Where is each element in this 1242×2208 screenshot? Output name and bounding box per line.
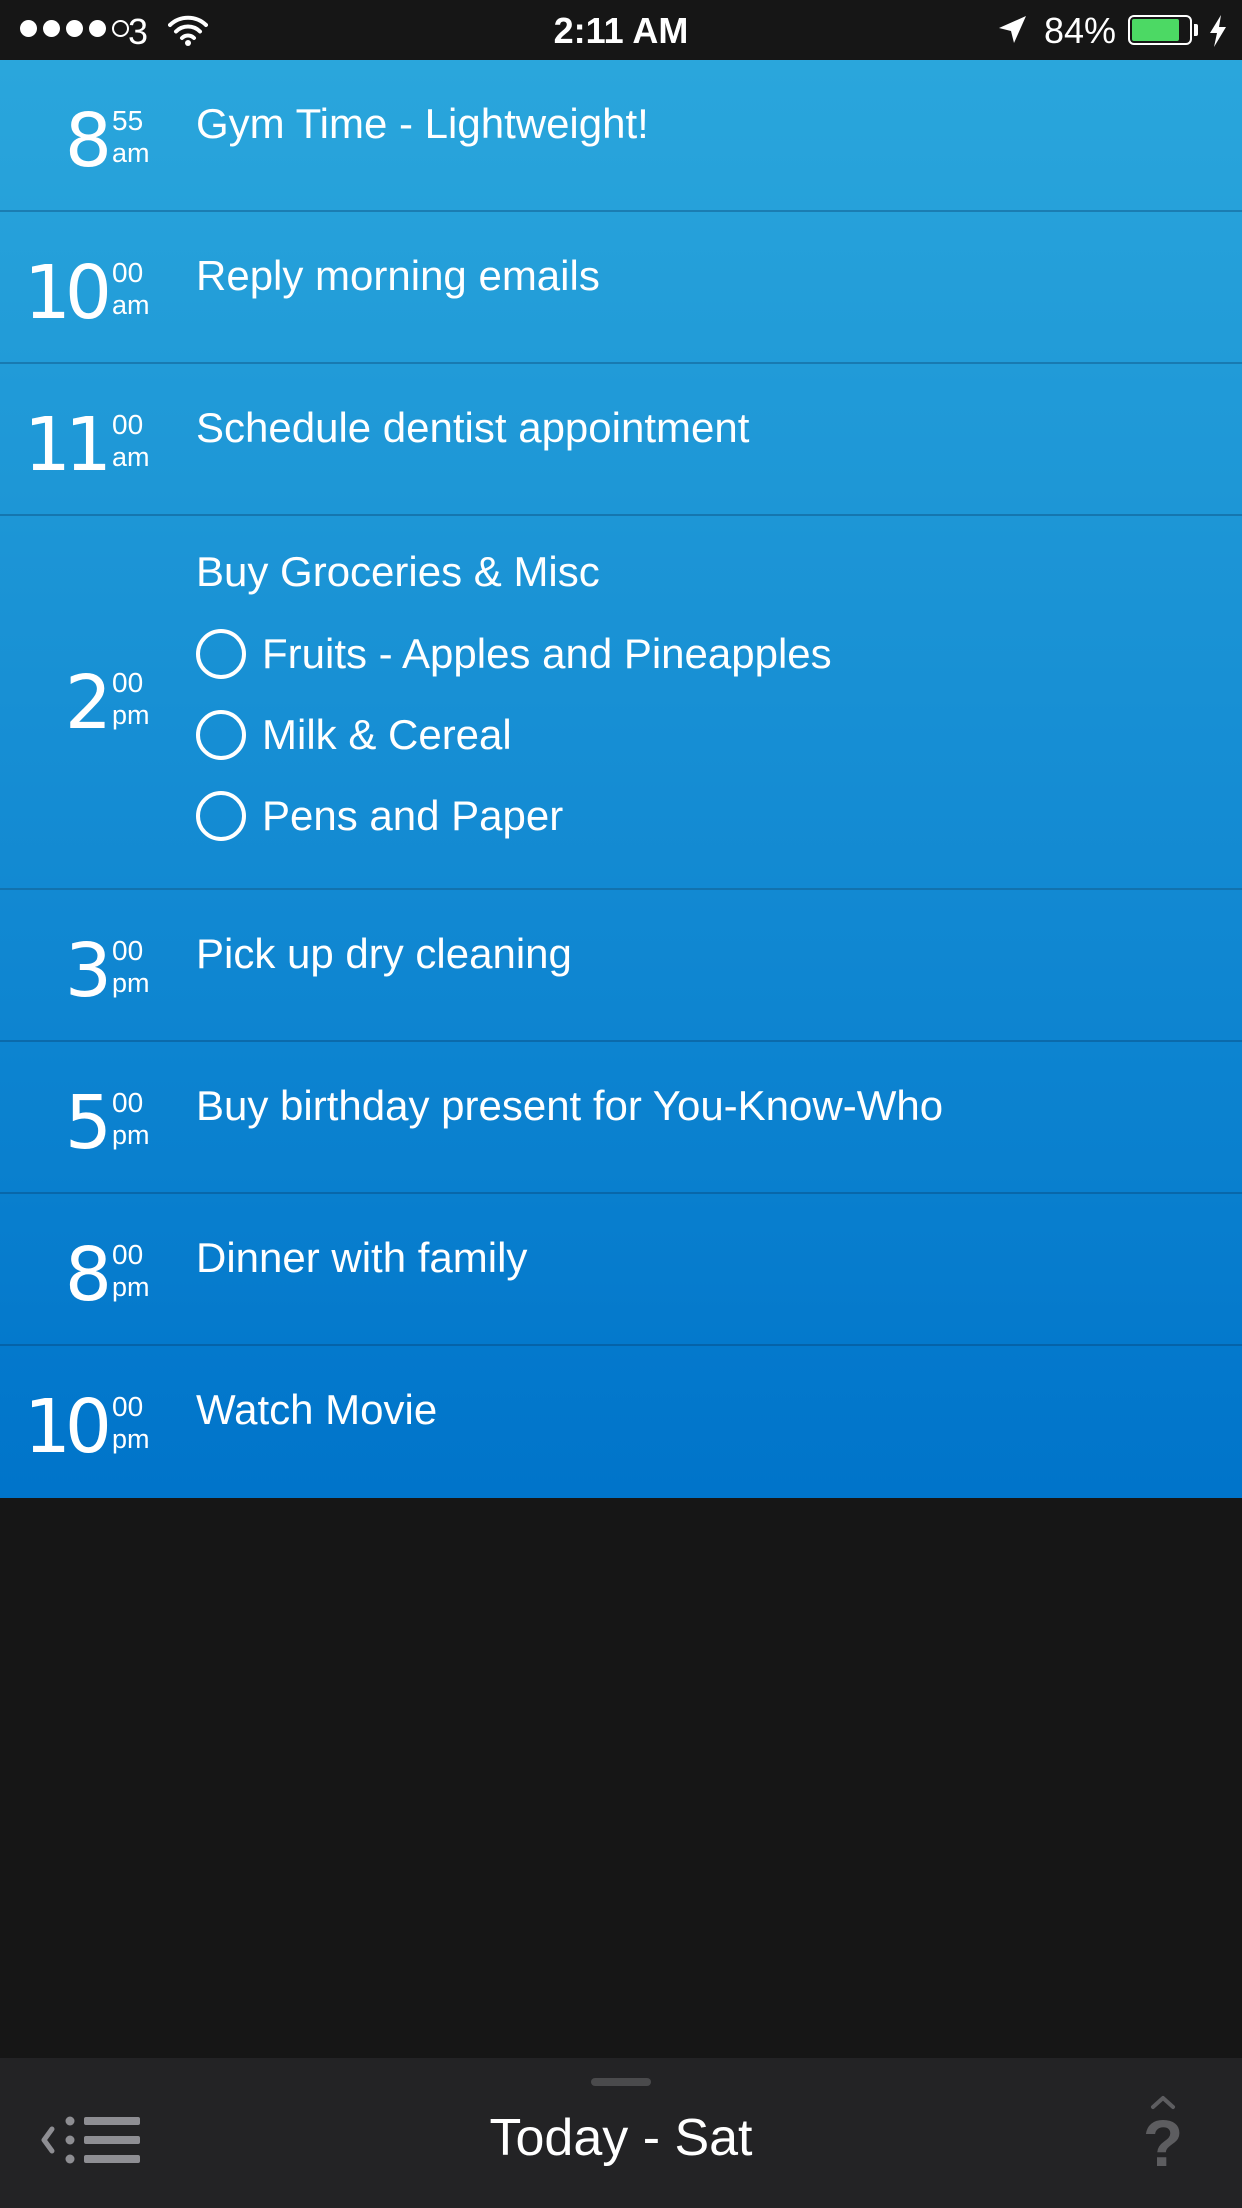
checkbox-circle-icon[interactable] (196, 629, 246, 679)
task-title[interactable]: Dinner with family (196, 1233, 527, 1283)
time-meridiem: pm (112, 1272, 150, 1302)
time-meridiem: pm (112, 700, 150, 730)
subtask-item[interactable]: Pens and Paper (196, 791, 563, 841)
task-title[interactable]: Gym Time - Lightweight! (196, 99, 649, 149)
task-time: 2 00 pm (0, 658, 154, 748)
task-title[interactable]: Buy birthday present for You-Know-Who (196, 1081, 943, 1131)
battery-level-fill (1132, 19, 1179, 41)
time-meridiem: pm (112, 1424, 150, 1454)
time-meridiem: am (112, 138, 150, 168)
time-minute: 00 (112, 409, 144, 440)
task-time: 11 00 am (0, 400, 154, 490)
task-row[interactable]: 8 55 am Gym Time - Lightweight! (0, 60, 1242, 212)
task-title[interactable]: Watch Movie (196, 1385, 437, 1435)
time-minute: 00 (112, 1087, 144, 1118)
drag-handle[interactable] (591, 2078, 651, 2086)
time-hour: 3 (64, 928, 112, 1014)
time-hour: 5 (64, 1080, 112, 1166)
task-list: 8 55 am Gym Time - Lightweight! 10 00 am… (0, 60, 1242, 1498)
task-row[interactable]: 10 00 pm Watch Movie (0, 1346, 1242, 1498)
task-row[interactable]: 10 00 am Reply morning emails (0, 212, 1242, 364)
time-meridiem: pm (112, 968, 150, 998)
task-row[interactable]: 3 00 pm Pick up dry cleaning (0, 890, 1242, 1042)
time-meridiem: am (112, 290, 150, 320)
task-title[interactable]: Reply morning emails (196, 251, 600, 301)
task-row[interactable]: 8 00 pm Dinner with family (0, 1194, 1242, 1346)
time-minute: 00 (112, 1239, 144, 1270)
battery-terminal (1194, 24, 1198, 36)
time-hour: 2 (64, 660, 112, 746)
task-time: 3 00 pm (0, 926, 154, 1016)
task-time: 8 00 pm (0, 1230, 154, 1320)
time-meridiem: pm (112, 1120, 150, 1150)
subtask-label: Fruits - Apples and Pineapples (262, 630, 832, 677)
task-row[interactable]: 5 00 pm Buy birthday present for You-Kno… (0, 1042, 1242, 1194)
battery-icon (1128, 15, 1192, 45)
task-time: 5 00 pm (0, 1078, 154, 1168)
battery-percentage: 84% (1044, 10, 1117, 51)
task-time: 10 00 am (0, 248, 154, 338)
subtask-item[interactable]: Milk & Cereal (196, 710, 512, 760)
task-title[interactable]: Buy Groceries & Misc (196, 547, 600, 597)
help-button[interactable]: ? (1138, 2088, 1188, 2178)
time-minute: 00 (112, 257, 144, 288)
time-minute: 00 (112, 1391, 144, 1422)
time-minute: 55 (112, 105, 144, 136)
time-hour: 11 (23, 402, 112, 488)
bottom-bar: Today - Sat ? (0, 2058, 1242, 2208)
task-time: 8 55 am (0, 96, 154, 186)
time-hour: 10 (23, 1384, 112, 1470)
subtask-item[interactable]: Fruits - Apples and Pineapples (196, 629, 832, 679)
subtask-label: Pens and Paper (262, 792, 564, 839)
task-title[interactable]: Pick up dry cleaning (196, 929, 572, 979)
time-hour: 8 (64, 1232, 112, 1318)
checkbox-circle-icon[interactable] (196, 791, 246, 841)
location-arrow-icon (999, 16, 1026, 43)
time-hour: 8 (64, 98, 112, 184)
task-title[interactable]: Schedule dentist appointment (196, 403, 749, 453)
time-minute: 00 (112, 935, 144, 966)
task-time: 10 00 pm (0, 1382, 154, 1472)
status-bar: 3 2:11 AM 84% (0, 0, 1242, 60)
task-row[interactable]: 2 00 pm Buy Groceries & Misc Fruits - Ap… (0, 516, 1242, 890)
time-meridiem: am (112, 442, 150, 472)
checkbox-circle-icon[interactable] (196, 710, 246, 760)
time-hour: 10 (23, 250, 112, 336)
time-minute: 00 (112, 667, 144, 698)
help-icon: ? (1142, 2106, 1184, 2180)
day-title[interactable]: Today - Sat (0, 2108, 1242, 2168)
task-row[interactable]: 11 00 am Schedule dentist appointment (0, 364, 1242, 516)
subtask-label: Milk & Cereal (262, 711, 512, 758)
charging-bolt-icon (1210, 15, 1226, 47)
